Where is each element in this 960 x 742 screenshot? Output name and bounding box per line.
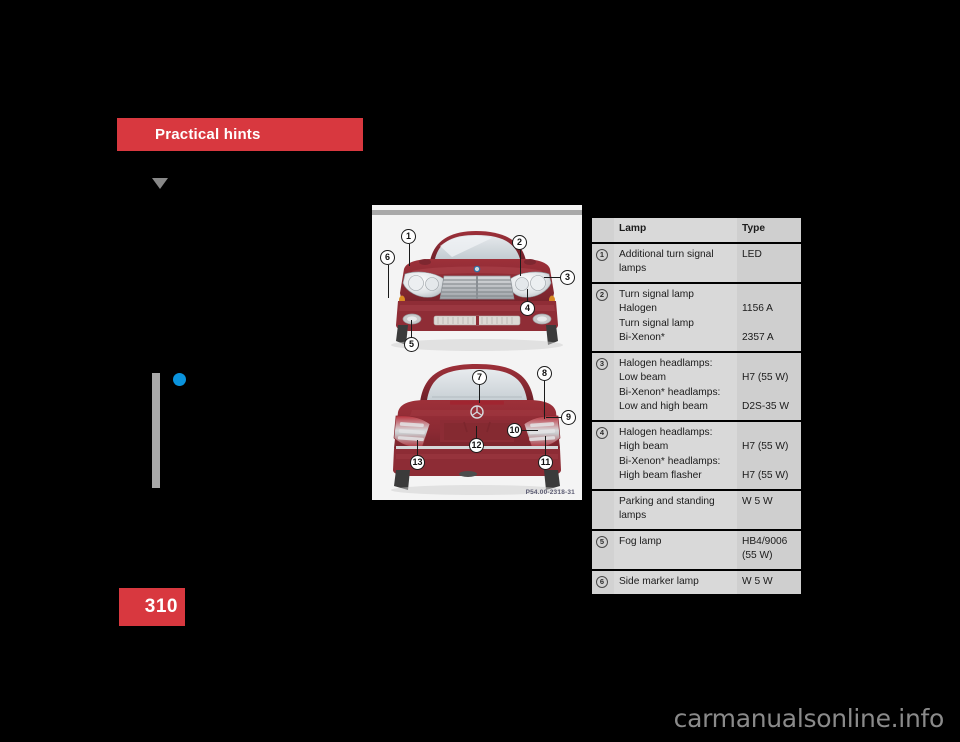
header-cell-number	[592, 218, 614, 242]
callout-2: 2	[512, 235, 527, 250]
row-lamp-cell: Turn signal lamp Halogen Turn signal lam…	[614, 283, 737, 351]
callout-4: 4	[520, 301, 535, 316]
row-callout-number: 6	[596, 575, 608, 588]
row-number-cell: 5	[592, 530, 614, 569]
front-view-figure: 1 6 2 3 4 5	[372, 221, 582, 361]
lamp-specification-table: Lamp Type 1 Additional turn signal lamps…	[592, 218, 801, 596]
callout-11: 11	[538, 455, 553, 470]
row-callout-number: 3	[596, 357, 608, 370]
row-type-cell: W 5 W	[737, 490, 801, 529]
callout-3: 3	[560, 270, 575, 285]
figure-reference-code: P54.00-2318-31	[525, 489, 575, 496]
illustration-top-rule	[372, 210, 582, 215]
table-row: Parking and standing lamps W 5 W	[592, 490, 801, 529]
callout-7: 7	[472, 370, 487, 385]
row-type-cell: H7 (55 W) D2S-35 W	[737, 352, 801, 420]
site-watermark: carmanualsonline.info	[673, 704, 945, 733]
triangle-down-icon	[152, 178, 168, 189]
row-callout-number: 1	[596, 248, 608, 261]
rear-view-figure: 7 8 9 10 11 12 13	[372, 360, 582, 495]
table-row: 4 Halogen headlamps: High beam Bi-Xenon*…	[592, 421, 801, 489]
row-lamp-cell: Fog lamp	[614, 530, 737, 569]
callout-9: 9	[561, 410, 576, 425]
callout-13: 13	[410, 455, 425, 470]
margin-rule-divider	[152, 373, 160, 488]
leader-line-5	[411, 320, 413, 338]
leader-line-9	[546, 417, 562, 419]
section-title: Practical hints	[155, 126, 261, 143]
leader-line-11	[545, 436, 547, 456]
row-callout-number: 4	[596, 426, 608, 439]
header-cell-lamp: Lamp	[614, 218, 737, 242]
row-type-cell: H7 (55 W) H7 (55 W)	[737, 421, 801, 489]
table-row: 6 Side marker lamp W 5 W	[592, 570, 801, 594]
page-number: 310	[144, 596, 178, 617]
leader-line-7	[479, 385, 481, 403]
table-row: 2 Turn signal lamp Halogen Turn signal l…	[592, 283, 801, 351]
leader-line-2	[520, 250, 522, 276]
row-callout-number: 2	[596, 288, 608, 301]
page-number-badge: 310	[119, 588, 185, 626]
section-header-banner: Practical hints	[117, 118, 363, 151]
leader-line-6	[388, 265, 390, 298]
row-number-cell: 3	[592, 352, 614, 420]
callout-1: 1	[401, 229, 416, 244]
table-row: 3 Halogen headlamps: Low beam Bi-Xenon* …	[592, 352, 801, 420]
row-callout-number: 5	[596, 535, 608, 548]
row-number-cell: 4	[592, 421, 614, 489]
row-type-cell: W 5 W	[737, 570, 801, 594]
row-number-cell: 1	[592, 243, 614, 282]
illustration-panel: 1 6 2 3 4 5 7 8 9 10 11 12 13 P54.00-231…	[372, 205, 582, 500]
row-type-cell: HB4/9006 (55 W)	[737, 530, 801, 569]
table-row: 1 Additional turn signal lamps LED	[592, 243, 801, 282]
row-lamp-cell: Side marker lamp	[614, 570, 737, 594]
callout-6: 6	[380, 250, 395, 265]
row-number-cell: 6	[592, 570, 614, 594]
header-cell-type: Type	[737, 218, 801, 242]
row-number-cell	[592, 490, 614, 529]
row-lamp-cell: Parking and standing lamps	[614, 490, 737, 529]
leader-line-10	[522, 430, 538, 432]
table-row: 5 Fog lamp HB4/9006 (55 W)	[592, 530, 801, 569]
row-lamp-cell: Additional turn signal lamps	[614, 243, 737, 282]
callout-12: 12	[469, 438, 484, 453]
row-number-cell: 2	[592, 283, 614, 351]
row-lamp-cell: Halogen headlamps: Low beam Bi-Xenon* he…	[614, 352, 737, 420]
leader-line-8	[544, 381, 546, 419]
callout-10: 10	[507, 423, 522, 438]
row-type-cell: 1156 A 2357 A	[737, 283, 801, 351]
leader-line-1	[409, 244, 411, 266]
callout-5: 5	[404, 337, 419, 352]
table-header-row: Lamp Type	[592, 218, 801, 242]
callout-8: 8	[537, 366, 552, 381]
bullet-point-icon	[173, 373, 186, 386]
row-lamp-cell: Halogen headlamps: High beam Bi-Xenon* h…	[614, 421, 737, 489]
row-type-cell: LED	[737, 243, 801, 282]
